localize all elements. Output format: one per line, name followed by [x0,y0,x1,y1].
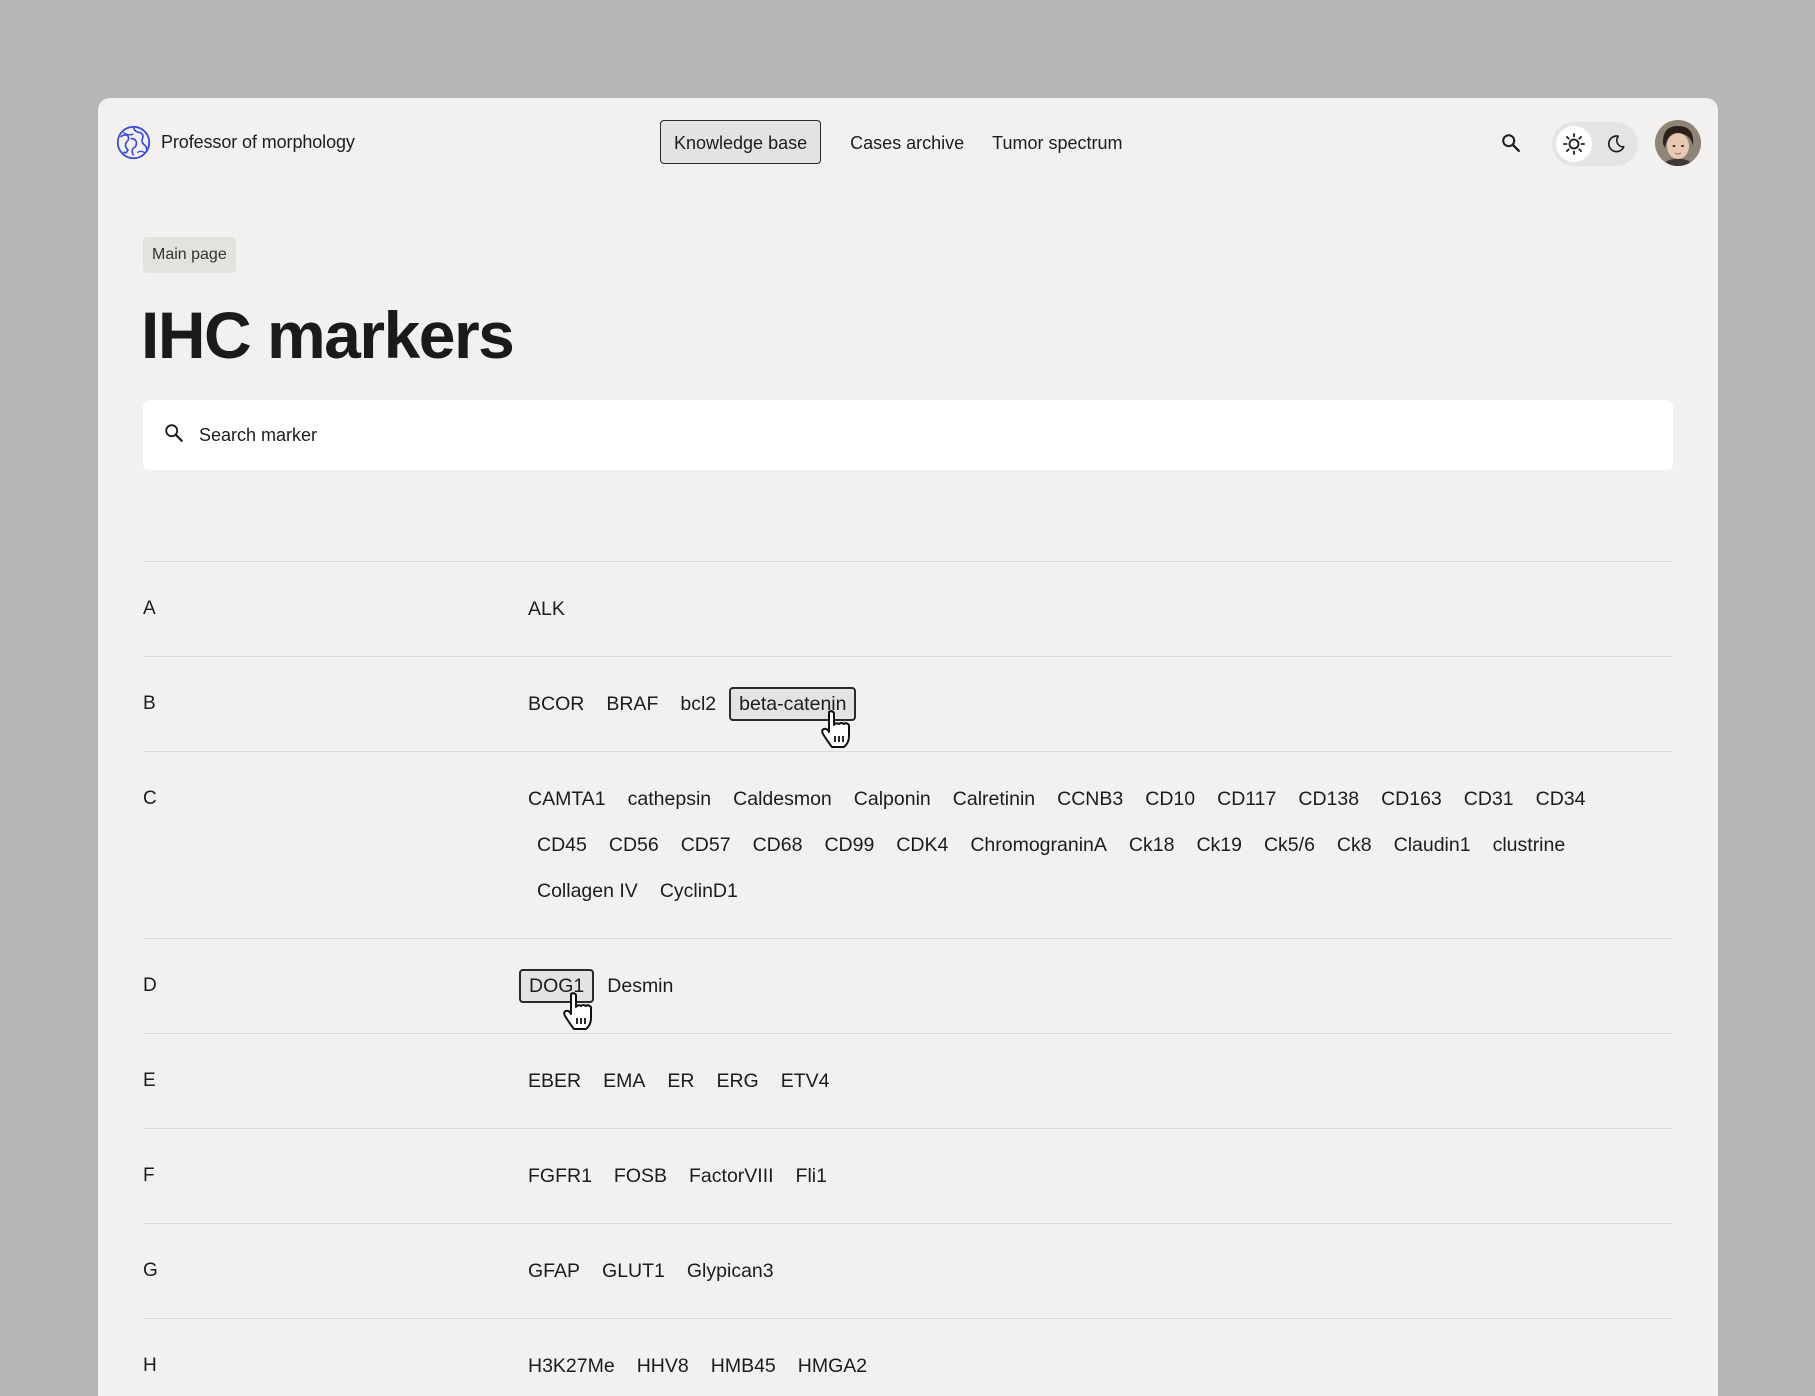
marker-link[interactable]: HHV8 [628,1349,698,1383]
marker-link[interactable]: DOG1 [519,969,595,1030]
marker-link[interactable]: Desmin [598,969,682,1003]
marker-link[interactable]: BCOR [519,687,593,721]
marker-link[interactable]: CAMTA1 [519,782,615,816]
marker-list: CAMTA1 cathepsin Caldesmon Calponin Calretin… [528,782,1673,908]
marker-link[interactable]: ERG [707,1064,767,1098]
marker-link[interactable]: ER [658,1064,703,1098]
letter-group-a: A ALK [143,562,1673,657]
marker-link[interactable]: HMB45 [702,1349,785,1383]
marker-link[interactable]: Ck5/6 [1255,828,1324,862]
letter-group-h: H H3K27Me HHV8 HMB45 HMGA2 [143,1319,1673,1396]
marker-link[interactable]: CD117 [1208,782,1285,816]
group-letter: H [143,1355,157,1376]
avatar[interactable] [1655,120,1701,166]
letter-group-d: D DOG1 Desmin [143,939,1673,1034]
marker-link[interactable]: CD99 [815,828,883,862]
group-letter: G [143,1260,158,1281]
marker-list: DOG1 Desmin [519,969,1673,1030]
globe-logo-icon [115,124,152,161]
marker-link[interactable]: HMGA2 [789,1349,876,1383]
main-nav: Knowledge base Cases archive Tumor spect… [660,120,1137,164]
marker-link[interactable]: Collagen IV [528,874,647,908]
marker-link[interactable]: Fli1 [787,1159,836,1193]
letter-group-c: C CAMTA1 cathepsin Caldesmon Calponin Calreti… [143,752,1673,939]
marker-link[interactable]: CD31 [1455,782,1523,816]
group-letter: E [143,1070,156,1091]
marker-link[interactable]: clustrine [1484,828,1575,862]
marker-link[interactable]: FactorVIII [680,1159,783,1193]
letter-group-f: F FGFR1 FOSB FactorVIII Fli1 [143,1129,1673,1224]
letter-group-g: G GFAP GLUT1 Glypican3 [143,1224,1673,1319]
marker-link[interactable]: Ck19 [1187,828,1251,862]
page-title: IHC markers [141,298,515,372]
nav-knowledge-base[interactable]: Knowledge base [660,120,822,164]
marker-link[interactable]: BRAF [597,687,667,721]
theme-toggle[interactable] [1552,122,1638,166]
group-letter: B [143,693,156,714]
letter-group-e: E EBER EMA ER ERG ETV4 [143,1034,1673,1129]
marker-link[interactable]: cathepsin [619,782,720,816]
group-letter: A [143,598,156,619]
marker-link[interactable]: CD45 [528,828,596,862]
marker-link[interactable]: Caldesmon [724,782,841,816]
marker-list: ALK [528,592,1673,626]
marker-list: BCOR BRAF bcl2 beta-catenin [528,687,1673,748]
marker-link[interactable]: Ck18 [1120,828,1184,862]
marker-link[interactable]: Calponin [845,782,940,816]
marker-link[interactable]: CD56 [600,828,668,862]
marker-link[interactable]: CD138 [1289,782,1368,816]
breadcrumb[interactable]: Main page [143,237,236,273]
marker-link[interactable]: CD10 [1136,782,1204,816]
marker-link[interactable]: FGFR1 [519,1159,601,1193]
app-window: Professor of morphology Knowledge base C… [98,98,1718,1396]
group-letter: C [143,788,157,809]
hand-pointer-icon [818,709,852,749]
marker-link[interactable]: ALK [519,592,574,626]
marker-link[interactable]: EMA [594,1064,654,1098]
search-icon[interactable] [1500,132,1522,154]
sun-icon[interactable] [1556,126,1592,162]
marker-list: EBER EMA ER ERG ETV4 [528,1064,1673,1098]
marker-list: H3K27Me HHV8 HMB45 HMGA2 [528,1349,1673,1383]
marker-list: FGFR1 FOSB FactorVIII Fli1 [528,1159,1673,1193]
marker-search[interactable] [143,400,1673,470]
marker-link[interactable]: bcl2 [671,687,725,721]
marker-link[interactable]: beta-catenin [729,687,857,748]
marker-link[interactable]: CyclinD1 [651,874,747,908]
hand-pointer-icon [560,991,594,1031]
marker-link[interactable]: CCNB3 [1048,782,1132,816]
marker-link[interactable]: CDK4 [887,828,957,862]
nav-tumor-spectrum[interactable]: Tumor spectrum [978,120,1136,164]
marker-link[interactable]: GFAP [519,1254,589,1288]
moon-icon[interactable] [1598,126,1634,162]
marker-link[interactable]: EBER [519,1064,590,1098]
group-letter: D [143,975,157,996]
marker-link[interactable]: CD57 [672,828,740,862]
brand-name: Professor of morphology [161,132,355,152]
marker-list: GFAP GLUT1 Glypican3 [528,1254,1673,1288]
marker-link[interactable]: Claudin1 [1385,828,1480,862]
group-letter: F [143,1165,155,1186]
marker-link[interactable]: CD163 [1372,782,1451,816]
marker-link[interactable]: CD34 [1527,782,1595,816]
marker-link[interactable]: Ck8 [1328,828,1381,862]
marker-link[interactable]: GLUT1 [593,1254,674,1288]
nav-cases-archive[interactable]: Cases archive [836,120,978,164]
marker-link[interactable]: ChromograninA [961,828,1116,862]
marker-link[interactable]: ETV4 [772,1064,839,1098]
letter-group-b: B BCOR BRAF bcl2 beta-catenin [143,657,1673,752]
marker-index: A ALK B BCOR BRAF bcl2 beta-catenin C CAMTA1 cath… [143,561,1673,1396]
marker-link[interactable]: FOSB [605,1159,676,1193]
marker-link[interactable]: H3K27Me [519,1349,624,1383]
brand[interactable]: Professor of morphology [115,124,355,161]
search-input[interactable] [197,423,1601,447]
search-icon [163,422,185,449]
marker-link[interactable]: CD68 [744,828,812,862]
marker-link[interactable]: Glypican3 [678,1254,783,1288]
marker-link[interactable]: Calretinin [944,782,1044,816]
